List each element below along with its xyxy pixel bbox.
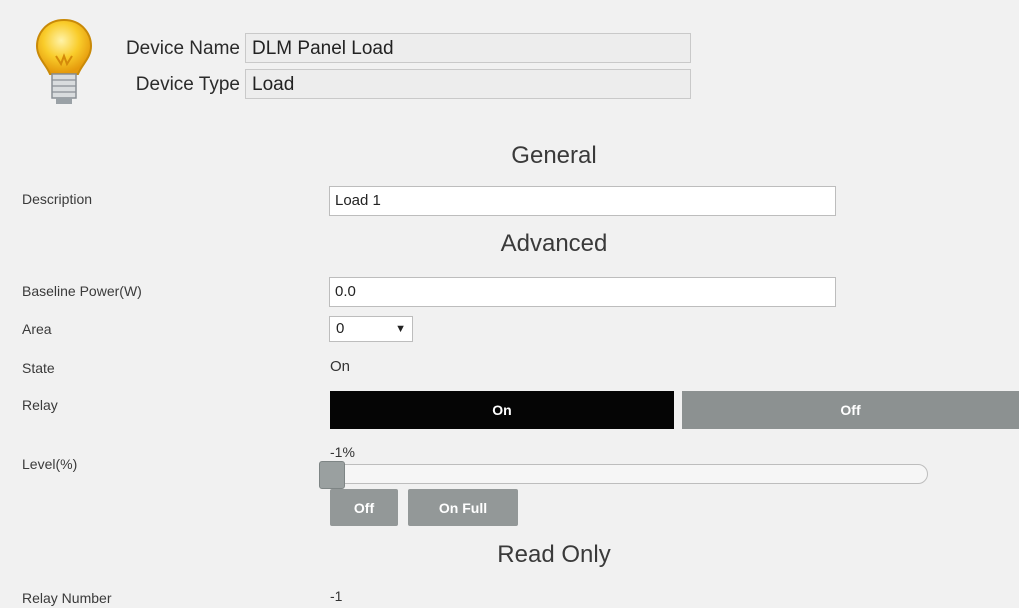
area-select-value: 0 (336, 320, 345, 337)
level-on-full-button[interactable]: On Full (408, 489, 518, 526)
relay-number-value: -1 (330, 588, 343, 604)
relay-off-label: Off (840, 402, 861, 418)
description-input[interactable]: Load 1 (329, 186, 836, 216)
device-type-field: Load (245, 69, 691, 99)
state-value: On (330, 358, 351, 375)
relay-label: Relay (22, 397, 58, 413)
section-title-general: General (511, 142, 597, 169)
level-slider-track[interactable] (330, 464, 928, 484)
area-label: Area (22, 321, 52, 337)
description-label: Description (22, 191, 93, 207)
relay-number-label: Relay Number (22, 590, 112, 606)
baseline-power-label: Baseline Power(W) (22, 283, 142, 299)
relay-on-button[interactable]: On (330, 391, 674, 429)
level-label: Level(%) (22, 456, 78, 472)
section-title-advanced: Advanced (500, 230, 608, 257)
level-off-button[interactable]: Off (330, 489, 398, 526)
level-off-label: Off (353, 499, 375, 516)
device-name-label: Device Name (125, 38, 240, 59)
section-title-read-only: Read Only (497, 541, 611, 568)
relay-off-button[interactable]: Off (682, 391, 1019, 429)
level-slider-handle[interactable] (319, 461, 345, 489)
relay-on-label: On (492, 402, 512, 418)
level-on-full-label: On Full (438, 499, 488, 516)
baseline-power-input[interactable]: 0.0 (329, 277, 836, 307)
level-value-text: -1% (330, 444, 355, 460)
device-name-field: DLM Panel Load (245, 33, 691, 63)
lightbulb-icon (34, 16, 94, 120)
state-label: State (22, 360, 55, 376)
device-type-label: Device Type (135, 74, 240, 95)
chevron-down-icon: ▼ (395, 323, 406, 335)
area-select[interactable]: 0 ▼ (329, 316, 413, 342)
